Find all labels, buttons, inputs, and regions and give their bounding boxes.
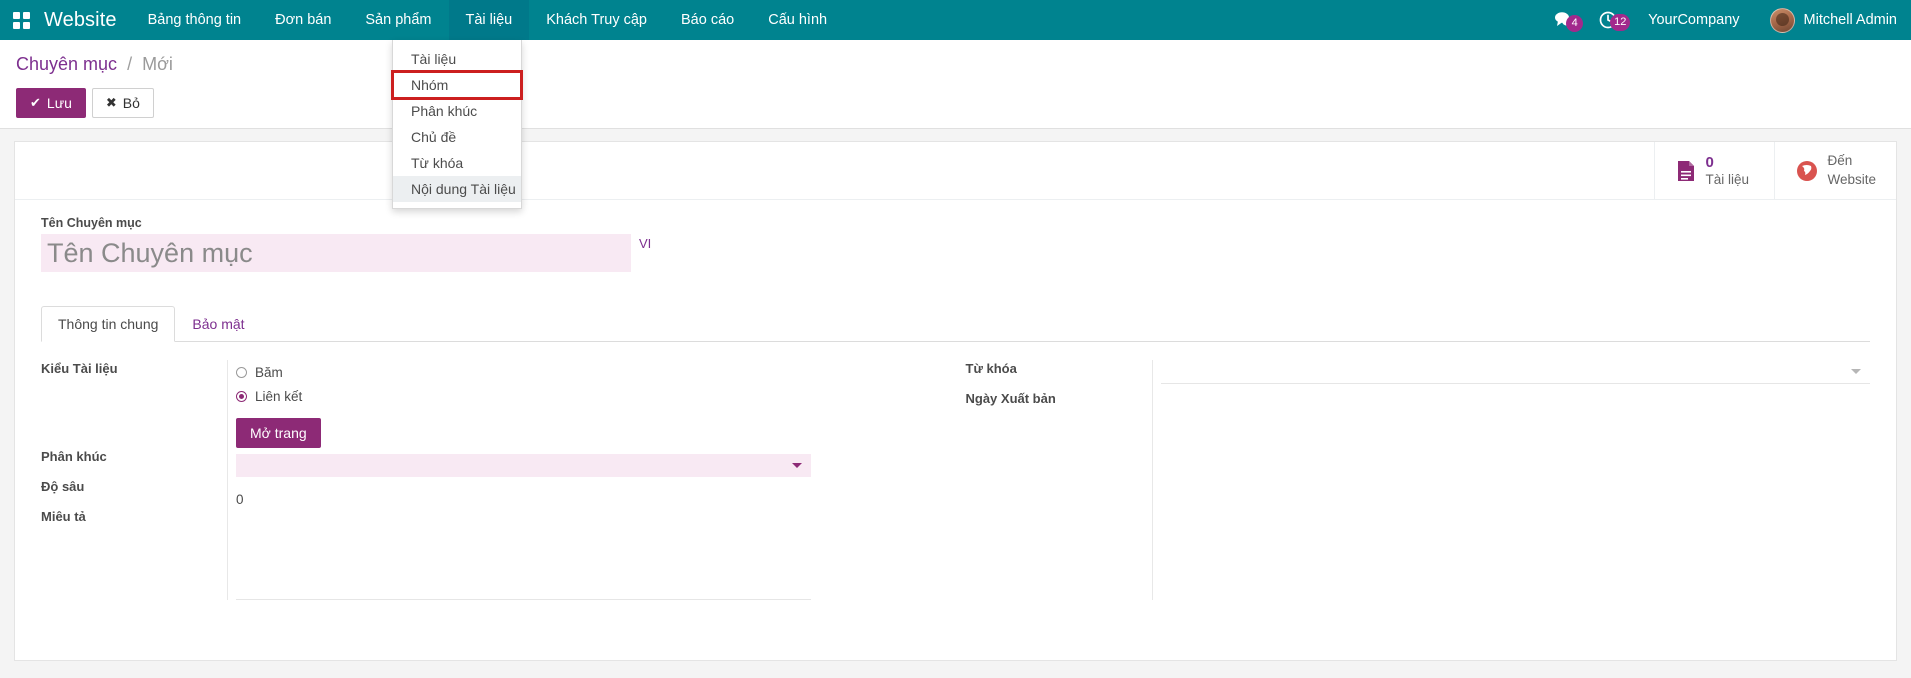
stat-button-documents[interactable]: 0 Tài liệu (1654, 142, 1774, 199)
stat-website-label-line1: Đến (1827, 152, 1876, 170)
dropdown-item-segments[interactable]: Phân khúc (393, 98, 521, 124)
tab-general-info[interactable]: Thông tin chung (41, 306, 175, 342)
stat-website-label-line2: Website (1827, 171, 1876, 189)
segment-field-row (236, 454, 956, 484)
chevron-down-icon-keywords[interactable] (1851, 369, 1861, 374)
label-depth: Độ sâu (41, 478, 227, 508)
keywords-tags-input[interactable] (1161, 360, 1871, 384)
publish-date-field-row (1161, 397, 1871, 427)
chevron-down-icon (792, 463, 802, 468)
messages-button[interactable]: 4 (1542, 11, 1586, 29)
menu-item-documents[interactable]: Tài liệu (449, 0, 530, 40)
menu-item-dashboard[interactable]: Bảng thông tin (131, 0, 259, 40)
radio-link-label: Liên kết (255, 389, 302, 404)
radio-hash-icon[interactable] (236, 367, 247, 378)
form-notebook-tabs: Thông tin chung Bảo mật (41, 306, 1870, 342)
stat-website-text: Đến Website (1827, 152, 1876, 188)
label-document-type: Kiểu Tài liệu (41, 360, 227, 390)
category-name-input[interactable] (41, 234, 631, 272)
documents-dropdown-menu: Tài liệu Nhóm Phân khúc Chủ đề Từ khóa N… (392, 40, 522, 209)
depth-field-row: 0 (236, 490, 956, 520)
activities-badge: 12 (1610, 14, 1630, 31)
radio-option-hash[interactable]: Băm (236, 360, 956, 384)
user-avatar (1770, 8, 1795, 33)
right-labels-column: Từ khóa Ngày Xuất bản (966, 360, 1152, 600)
keywords-field-row (1161, 360, 1871, 390)
main-menu: Bảng thông tin Đơn bán Sản phẩm Tài liệu… (131, 0, 844, 40)
content-area: 0 Tài liệu Đến Website Tên Chuyên mục (0, 129, 1911, 678)
stat-button-go-to-website[interactable]: Đến Website (1774, 142, 1896, 199)
dropdown-item-groups[interactable]: Nhóm (393, 72, 521, 98)
form-fields-grid: Kiểu Tài liệu Phân khúc Độ sâu Miêu tả B… (41, 342, 1870, 600)
open-page-button[interactable]: Mở trang (236, 418, 321, 448)
label-description: Miêu tả (41, 508, 227, 538)
dropdown-item-document-content[interactable]: Nội dung Tài liệu (393, 176, 521, 202)
stat-documents-label: Tài liệu (1705, 172, 1749, 188)
apps-menu-toggle[interactable] (0, 0, 42, 40)
stat-button-box: 0 Tài liệu Đến Website (15, 142, 1896, 200)
breadcrumb: Chuyên mục / Mới (16, 48, 1895, 79)
menu-item-configuration[interactable]: Cấu hình (751, 0, 844, 40)
tab-security[interactable]: Bảo mật (175, 306, 261, 342)
stat-documents-text: 0 Tài liệu (1705, 154, 1749, 187)
discard-button[interactable]: ✖ Bỏ (92, 88, 154, 118)
document-type-radio-group: Băm Liên kết (236, 360, 956, 408)
menu-item-visitors[interactable]: Khách Truy cập (529, 0, 664, 40)
discard-button-label: Bỏ (123, 94, 140, 112)
radio-link-icon[interactable] (236, 391, 247, 402)
apps-grid-icon (13, 12, 30, 29)
menu-item-reporting[interactable]: Báo cáo (664, 0, 751, 40)
publish-date-input[interactable] (1161, 397, 1871, 421)
title-field-row: VI (41, 234, 1870, 272)
form-sheet: 0 Tài liệu Đến Website Tên Chuyên mục (14, 141, 1897, 661)
radio-hash-label: Băm (255, 365, 283, 380)
label-publish-date: Ngày Xuất bản (966, 390, 1152, 420)
depth-value[interactable]: 0 (236, 490, 244, 507)
save-button[interactable]: ✔ Lưu (16, 88, 86, 118)
title-field-label: Tên Chuyên mục (41, 216, 1870, 230)
form-column-left: Kiểu Tài liệu Phân khúc Độ sâu Miêu tả B… (41, 360, 956, 600)
save-button-label: Lưu (47, 94, 72, 112)
messages-badge: 4 (1566, 15, 1583, 32)
breadcrumb-separator: / (122, 54, 137, 74)
navbar-right-section: 4 12 YourCompany Mitchell Admin (1542, 0, 1911, 40)
dropdown-item-keywords[interactable]: Từ khóa (393, 150, 521, 176)
document-file-icon (1675, 159, 1697, 183)
form-column-right: Từ khóa Ngày Xuất bản (956, 360, 1871, 600)
brand-website[interactable]: Website (42, 0, 131, 40)
radio-option-link[interactable]: Liên kết (236, 384, 956, 408)
times-icon: ✖ (106, 95, 117, 112)
label-segment: Phân khúc (41, 448, 227, 478)
segment-select[interactable] (236, 454, 811, 477)
label-keywords: Từ khóa (966, 360, 1152, 390)
description-textarea[interactable] (236, 526, 811, 600)
user-menu[interactable]: Mitchell Admin (1758, 8, 1897, 33)
top-navbar: Website Bảng thông tin Đơn bán Sản phẩm … (0, 0, 1911, 40)
description-field-row (236, 526, 956, 600)
user-name-label: Mitchell Admin (1804, 12, 1897, 28)
sheet-body: Tên Chuyên mục VI Thông tin chung Bảo mậ… (15, 200, 1896, 610)
activities-button[interactable]: 12 (1586, 10, 1630, 30)
dropdown-item-topics[interactable]: Chủ đề (393, 124, 521, 150)
breadcrumb-root[interactable]: Chuyên mục (16, 54, 117, 74)
stat-documents-value: 0 (1705, 154, 1749, 171)
label-spacer-left (41, 390, 227, 448)
control-panel: Chuyên mục / Mới ✔ Lưu ✖ Bỏ (0, 40, 1911, 129)
company-switcher[interactable]: YourCompany (1630, 12, 1757, 28)
dropdown-item-documents[interactable]: Tài liệu (393, 46, 521, 72)
language-badge-vi[interactable]: VI (631, 234, 659, 272)
record-action-buttons: ✔ Lưu ✖ Bỏ (16, 88, 1895, 118)
left-values-column: Băm Liên kết Mở trang (227, 360, 956, 600)
breadcrumb-current: Mới (142, 54, 173, 74)
menu-item-sales-orders[interactable]: Đơn bán (258, 0, 348, 40)
left-labels-column: Kiểu Tài liệu Phân khúc Độ sâu Miêu tả (41, 360, 227, 600)
globe-website-icon (1795, 159, 1819, 183)
right-values-column (1152, 360, 1871, 600)
check-icon: ✔ (30, 95, 41, 112)
menu-item-products[interactable]: Sản phẩm (348, 0, 448, 40)
